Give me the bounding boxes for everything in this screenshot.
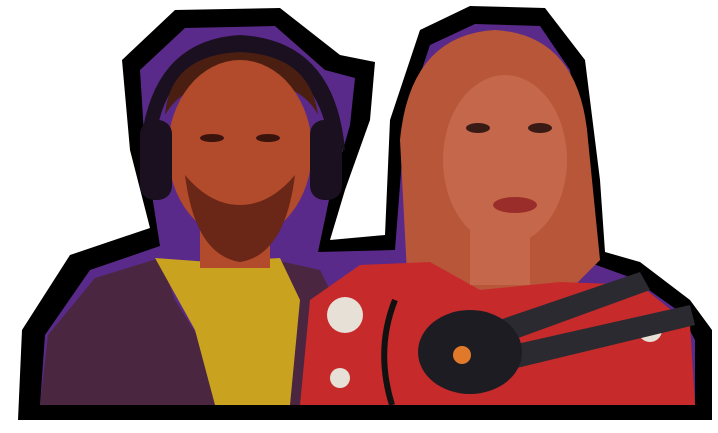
photo-cutout: [18, 6, 712, 420]
headphone-left-cup: [140, 120, 172, 200]
woman-lips: [493, 197, 537, 213]
man-right-eye: [256, 134, 280, 142]
top-print-dot: [330, 368, 350, 388]
man-left-eye: [200, 134, 224, 142]
woman-left-eye: [466, 123, 490, 133]
woman-face: [443, 75, 567, 245]
mic-light: [453, 346, 471, 364]
santa-print: [327, 297, 363, 333]
headphone-right-cup: [310, 120, 342, 200]
woman-right-eye: [528, 123, 552, 133]
